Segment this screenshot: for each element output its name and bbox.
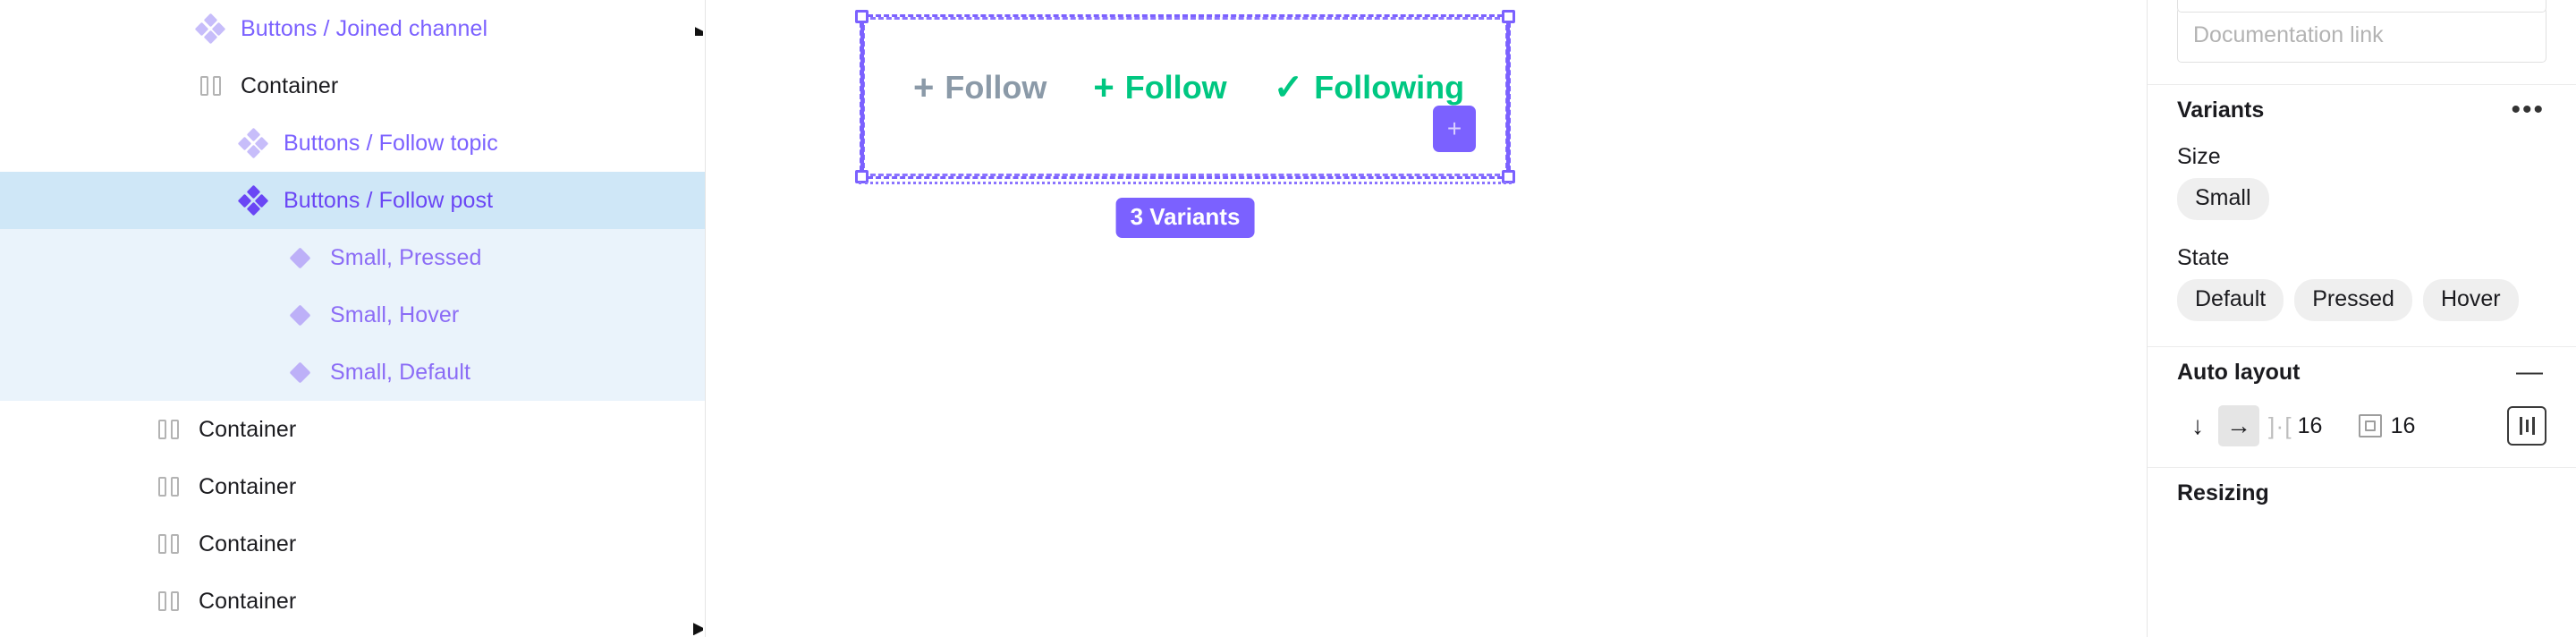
layer-row-label: Small, Default bbox=[330, 359, 471, 385]
size-property-label: Size bbox=[2177, 143, 2221, 169]
component-set-icon bbox=[192, 11, 228, 47]
resizing-section-header: Resizing bbox=[2177, 468, 2546, 518]
layer-row-label: Container bbox=[241, 72, 339, 98]
layer-row-label: Buttons / Follow post bbox=[284, 187, 494, 213]
alignment-icon[interactable] bbox=[2507, 406, 2546, 446]
remove-auto-layout-icon[interactable]: — bbox=[2512, 359, 2546, 386]
padding-icon bbox=[2358, 414, 2382, 437]
padding-value: 16 bbox=[2390, 412, 2416, 438]
variant-diamond-icon bbox=[282, 240, 318, 276]
spacing-icon: ] · [ bbox=[2268, 412, 2292, 439]
auto-layout-frame-icon bbox=[192, 68, 228, 104]
item-spacing-value: 16 bbox=[2297, 412, 2323, 438]
auto-layout-frame-icon bbox=[150, 412, 186, 447]
state-property-label: State bbox=[2177, 244, 2230, 270]
state-chip-group: Default Pressed Hover bbox=[2177, 279, 2546, 321]
follow-button-pressed[interactable]: + Follow bbox=[913, 69, 1046, 106]
panel-edge-artifact-top: ▸ bbox=[695, 20, 703, 36]
component-set-icon bbox=[235, 183, 271, 218]
properties-panel: Documentation link Variants ••• Size Sma… bbox=[2147, 0, 2576, 637]
documentation-link-placeholder: Documentation link bbox=[2193, 21, 2384, 47]
layer-row-label: Container bbox=[199, 531, 297, 556]
layer-row[interactable]: Small, Pressed bbox=[0, 229, 705, 286]
variants-title: Variants bbox=[2177, 97, 2265, 123]
size-chip-group: Small bbox=[2177, 178, 2546, 220]
component-set-frame[interactable]: + Follow + Follow ✓ Following + bbox=[855, 10, 1515, 184]
resize-handle-top-left[interactable] bbox=[855, 10, 869, 23]
state-chip-pressed[interactable]: Pressed bbox=[2294, 279, 2412, 321]
variants-section: Variants ••• Size Small State Default Pre… bbox=[2148, 85, 2576, 321]
state-chip-default[interactable]: Default bbox=[2177, 279, 2284, 321]
figma-editor: Buttons / Joined channel Container Buttons… bbox=[0, 0, 2576, 637]
follow-button-hover[interactable]: ✓ Following bbox=[1274, 69, 1464, 106]
variant-diamond-icon bbox=[282, 354, 318, 390]
layer-row[interactable]: Small, Hover bbox=[0, 286, 705, 344]
direction-vertical-button[interactable]: ↓ bbox=[2177, 405, 2218, 446]
item-spacing-field[interactable]: ] · [ 16 bbox=[2268, 413, 2334, 439]
layer-row[interactable]: Container bbox=[0, 401, 705, 458]
resize-handle-top-right[interactable] bbox=[1502, 10, 1515, 23]
layer-row-label: Container bbox=[199, 588, 297, 614]
description-field[interactable] bbox=[2177, 0, 2546, 13]
layer-row[interactable]: Container bbox=[0, 57, 705, 115]
state-chip-hover[interactable]: Hover bbox=[2422, 279, 2519, 321]
auto-layout-controls: ↓ → ] · [ 16 16 bbox=[2177, 397, 2546, 454]
layers-panel: Buttons / Joined channel Container Buttons… bbox=[0, 0, 706, 637]
follow-button-default[interactable]: + Follow bbox=[1093, 69, 1226, 106]
layer-row-label: Small, Pressed bbox=[330, 244, 482, 270]
selection-edge-left bbox=[860, 17, 864, 176]
layer-row[interactable]: Container bbox=[0, 515, 705, 573]
layer-row-label: Buttons / Follow topic bbox=[284, 130, 498, 156]
panel-edge-artifact-bottom: ▸ bbox=[693, 616, 703, 635]
canvas[interactable]: + Follow + Follow ✓ Following + 3 Variants bbox=[706, 0, 2147, 637]
auto-layout-section: Auto layout — ↓ → ] · [ 16 16 bbox=[2148, 347, 2576, 454]
variants-section-header: Variants ••• bbox=[2177, 85, 2546, 135]
component-set-icon bbox=[235, 125, 271, 161]
layer-row-label: Buttons / Joined channel bbox=[241, 15, 488, 41]
add-variant-button[interactable]: + bbox=[1433, 106, 1476, 152]
component-set-selection[interactable]: + Follow + Follow ✓ Following + 3 Variants bbox=[855, 10, 1515, 238]
resizing-title: Resizing bbox=[2177, 480, 2269, 505]
layer-row[interactable]: Container bbox=[0, 573, 705, 630]
size-chip-small[interactable]: Small bbox=[2177, 178, 2269, 220]
resizing-section: Resizing bbox=[2148, 468, 2576, 518]
layer-row-label: Small, Hover bbox=[330, 302, 460, 327]
check-icon: ✓ bbox=[1273, 68, 1304, 107]
documentation-link-field[interactable]: Documentation link bbox=[2177, 7, 2546, 63]
selection-baseline bbox=[859, 182, 1512, 184]
layer-row[interactable]: Buttons / Follow topic bbox=[0, 115, 705, 172]
plus-icon: + bbox=[1093, 68, 1114, 107]
plus-icon: + bbox=[913, 68, 935, 107]
direction-horizontal-button[interactable]: → bbox=[2218, 405, 2259, 446]
padding-field[interactable]: 16 bbox=[2358, 412, 2427, 439]
auto-layout-frame-icon bbox=[150, 526, 186, 562]
layers-list: Buttons / Joined channel Container Buttons… bbox=[0, 0, 705, 630]
auto-layout-section-header: Auto layout — bbox=[2177, 347, 2546, 397]
variants-count-badge: 3 Variants bbox=[1115, 198, 1255, 238]
auto-layout-title: Auto layout bbox=[2177, 359, 2301, 385]
plus-icon: + bbox=[1446, 115, 1462, 142]
follow-button-label: Follow bbox=[1124, 69, 1227, 106]
arrow-right-icon: → bbox=[2226, 412, 2251, 439]
auto-layout-frame-icon bbox=[150, 469, 186, 505]
layer-row-label: Container bbox=[199, 473, 297, 499]
layer-row[interactable]: Buttons / Follow post bbox=[0, 172, 705, 229]
variant-buttons-row: + Follow + Follow ✓ Following bbox=[913, 69, 1464, 106]
follow-button-label: Follow bbox=[945, 69, 1047, 106]
variants-more-icon[interactable]: ••• bbox=[2509, 93, 2546, 127]
follow-button-label: Following bbox=[1314, 69, 1465, 106]
layer-row[interactable]: Container bbox=[0, 458, 705, 515]
variant-diamond-icon bbox=[282, 297, 318, 333]
auto-layout-frame-icon bbox=[150, 583, 186, 619]
layer-row[interactable]: Small, Default bbox=[0, 344, 705, 401]
layer-row[interactable]: Buttons / Joined channel bbox=[0, 0, 705, 57]
layer-row-label: Container bbox=[199, 416, 297, 442]
selection-edge-right bbox=[1506, 17, 1510, 176]
arrow-down-icon: ↓ bbox=[2191, 412, 2204, 439]
